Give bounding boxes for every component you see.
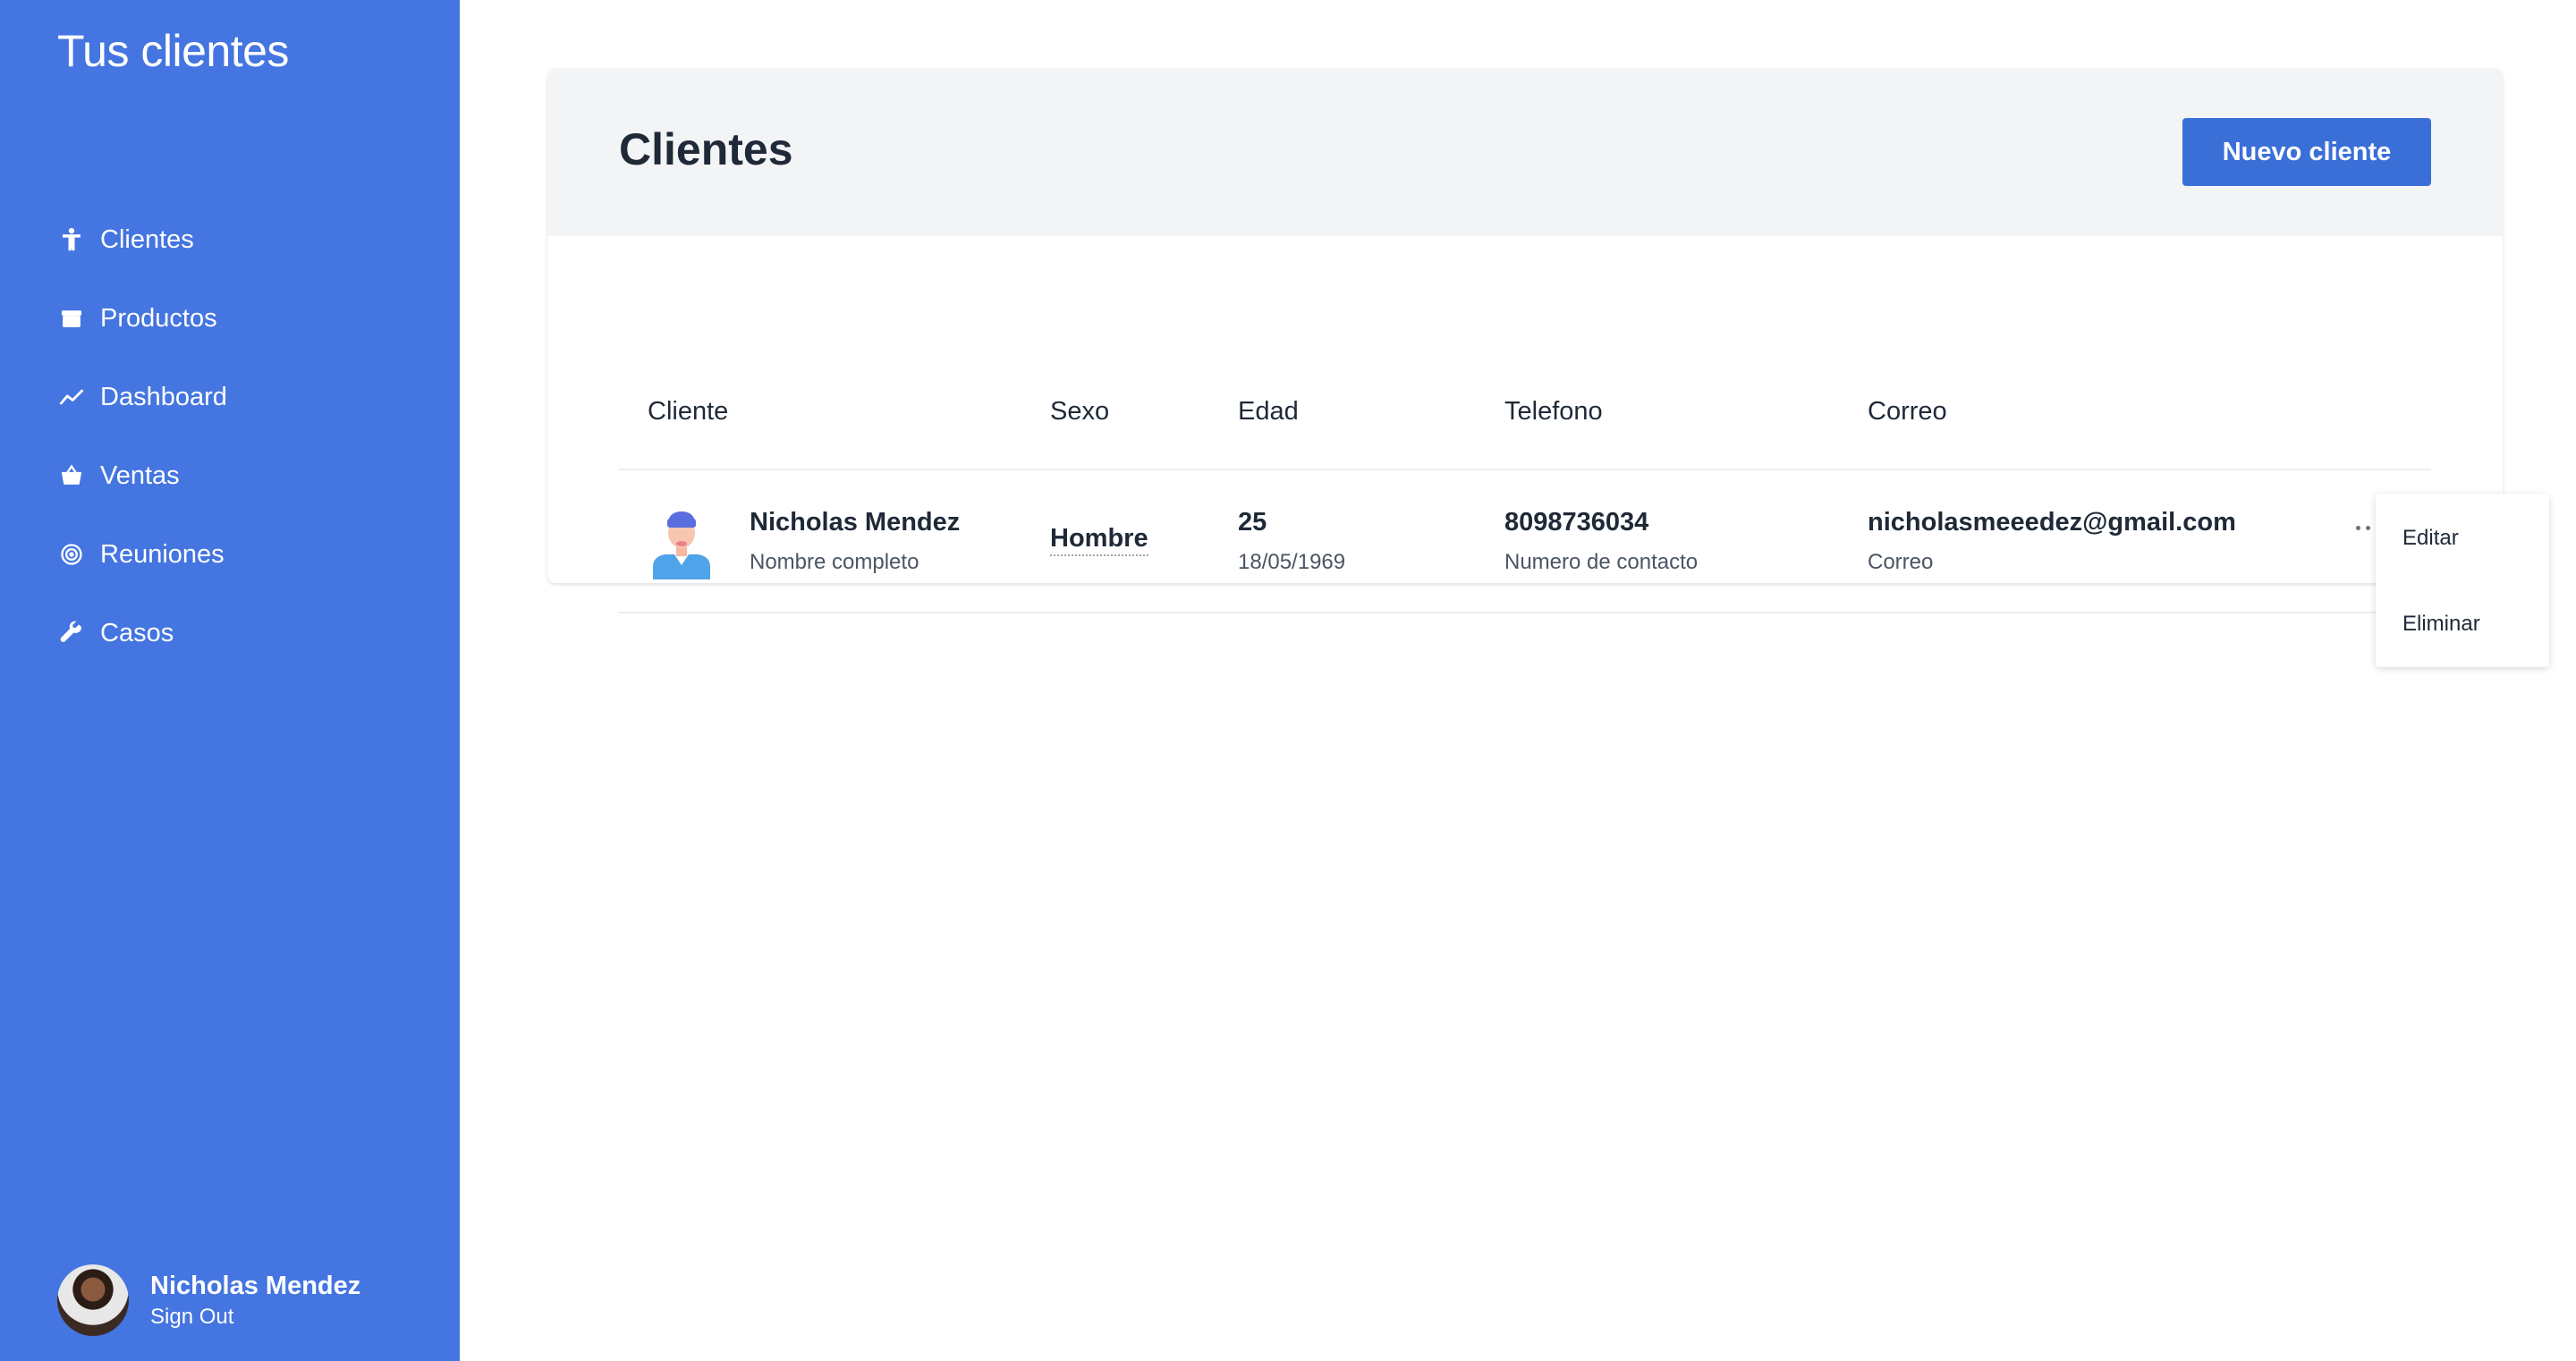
table-header: Cliente Sexo Edad Telefono Correo	[619, 236, 2431, 470]
sidebar-item-clientes[interactable]: Clientes	[57, 213, 415, 266]
birthdate-value: 18/05/1969	[1238, 550, 1346, 574]
card-header: Clientes Nuevo cliente	[547, 68, 2503, 236]
age-value: 25	[1238, 508, 1267, 537]
sidebar-item-label: Reuniones	[100, 539, 225, 569]
basket-icon	[57, 461, 86, 490]
client-name: Nicholas Mendez	[750, 508, 961, 537]
trend-line-icon	[57, 383, 86, 411]
clients-table: Cliente Sexo Edad Telefono Correo Nichol…	[619, 236, 2431, 613]
sex-cell: Hombre	[1050, 524, 1148, 556]
sidebar-item-reuniones[interactable]: Reuniones	[57, 528, 415, 581]
user-profile: Nicholas Mendez Sign Out	[57, 1264, 360, 1336]
sidebar-item-casos[interactable]: Casos	[57, 606, 415, 660]
row-actions-menu: Editar Eliminar	[2376, 494, 2549, 667]
sidebar-item-label: Productos	[100, 303, 217, 333]
phone-cell: 8098736034 Numero de contacto	[1504, 508, 1698, 575]
client-avatar	[653, 511, 710, 579]
app-title: Tus clientes	[57, 26, 289, 76]
phone-caption: Numero de contacto	[1504, 550, 1699, 574]
email-cell: nicholasmeeedez@gmail.com Correo	[1868, 508, 2236, 575]
avatar	[57, 1264, 129, 1336]
email-value: nicholasmeeedez@gmail.com	[1868, 508, 2236, 537]
age-cell: 25 18/05/1969	[1238, 508, 1345, 575]
sidebar-item-label: Ventas	[100, 461, 180, 490]
person-accessibility-icon	[57, 225, 86, 254]
column-header-cliente: Cliente	[648, 397, 729, 426]
box-icon	[57, 304, 86, 333]
client-name-cell: Nicholas Mendez Nombre completo	[750, 508, 960, 575]
sidebar-item-label: Clientes	[100, 224, 194, 254]
sidebar-item-label: Dashboard	[100, 382, 227, 411]
email-caption: Correo	[1868, 550, 1934, 574]
table-row: Nicholas Mendez Nombre completo Hombre 2…	[619, 470, 2431, 613]
menu-item-eliminar[interactable]: Eliminar	[2402, 612, 2480, 637]
sidebar: Tus clientes Clientes Productos Dashboar…	[0, 0, 460, 1361]
column-header-correo: Correo	[1868, 397, 1947, 426]
column-header-telefono: Telefono	[1504, 397, 1603, 426]
sidebar-item-dashboard[interactable]: Dashboard	[57, 370, 415, 424]
clients-card: Clientes Nuevo cliente Cliente Sexo Edad…	[547, 68, 2503, 613]
column-header-sexo: Sexo	[1050, 397, 1110, 426]
user-name: Nicholas Mendez	[150, 1271, 361, 1300]
sidebar-item-ventas[interactable]: Ventas	[57, 449, 415, 503]
page-title: Clientes	[619, 124, 793, 174]
new-client-button[interactable]: Nuevo cliente	[2182, 118, 2431, 186]
sidebar-item-productos[interactable]: Productos	[57, 292, 415, 345]
sign-out-link[interactable]: Sign Out	[150, 1305, 360, 1330]
wrench-icon	[57, 619, 86, 647]
target-icon	[57, 540, 86, 569]
client-name-caption: Nombre completo	[750, 550, 919, 574]
column-header-edad: Edad	[1238, 397, 1299, 426]
phone-value: 8098736034	[1504, 508, 1649, 537]
sex-value: Hombre	[1050, 524, 1148, 556]
sidebar-item-label: Casos	[100, 618, 174, 647]
sidebar-nav: Clientes Productos Dashboard Ventas Reun…	[57, 213, 415, 685]
menu-item-editar[interactable]: Editar	[2402, 526, 2459, 551]
